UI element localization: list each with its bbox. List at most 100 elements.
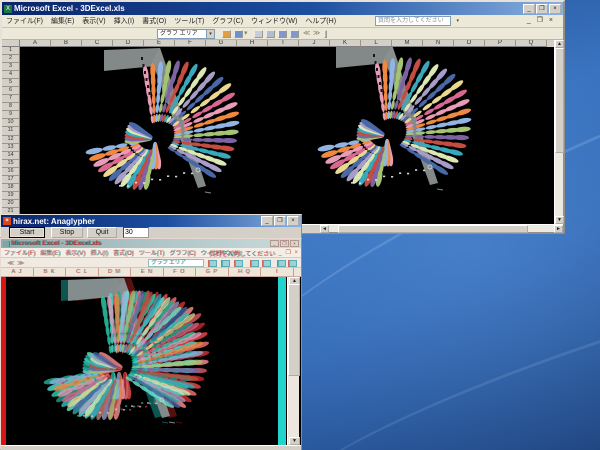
- row-header[interactable]: 10: [2, 119, 20, 127]
- menu-item[interactable]: 挿入(I): [110, 16, 139, 26]
- chevron-down-icon[interactable]: ▾: [206, 30, 214, 38]
- vertical-scroll-thumb[interactable]: [555, 48, 564, 153]
- menu-item[interactable]: ツール(T): [170, 16, 208, 26]
- title-bar[interactable]: X Microsoft Excel - 3DExcel.xls _ ❐ ×: [2, 2, 563, 15]
- column-header[interactable]: B: [51, 40, 82, 47]
- close-button[interactable]: ×: [287, 216, 299, 226]
- angle-down-right-icon[interactable]: ≫: [17, 259, 24, 267]
- chevron-down-icon[interactable]: ▾: [244, 30, 248, 38]
- column-header[interactable]: L: [361, 40, 392, 47]
- column-header[interactable]: P: [485, 40, 516, 47]
- chart-area[interactable]: [20, 47, 554, 224]
- chart-area-combo[interactable]: グラフ エリア ▾: [157, 29, 215, 39]
- column-header-pair[interactable]: F O: [164, 268, 197, 276]
- toolbar-grip[interactable]: [324, 30, 327, 38]
- menu-item[interactable]: グラフ(C): [208, 16, 247, 26]
- chevron-down-icon[interactable]: [209, 260, 217, 267]
- column-header[interactable]: Q: [516, 40, 547, 47]
- minimize-button[interactable]: _: [261, 216, 273, 226]
- maximize-button[interactable]: ❐: [274, 216, 286, 226]
- horizontal-scrollbar[interactable]: [1, 445, 301, 450]
- chart-area-combo[interactable]: グラフ エリア: [148, 259, 204, 267]
- minimize-button[interactable]: _: [523, 4, 535, 14]
- column-header[interactable]: G: [206, 40, 237, 47]
- help-question-text[interactable]: 質問を入力してください: [209, 249, 275, 258]
- vertical-scrollbar[interactable]: ▲ ▼: [554, 40, 563, 224]
- column-header-pair[interactable]: B K: [34, 268, 67, 276]
- column-header[interactable]: I: [268, 40, 299, 47]
- column-header-pair[interactable]: E N: [131, 268, 164, 276]
- row-header[interactable]: 14: [2, 152, 20, 160]
- angle-down-right-icon[interactable]: ≫: [313, 30, 320, 38]
- column-header[interactable]: O: [454, 40, 485, 47]
- title-bar[interactable]: Microsoft Excel - 3DExcel.xls _ ❐ ×: [1, 239, 301, 248]
- help-question-input[interactable]: 質問を入力してください: [375, 16, 451, 26]
- column-header[interactable]: M: [392, 40, 423, 47]
- column-header-pair[interactable]: I: [261, 268, 294, 276]
- maximize-button[interactable]: ❐: [536, 4, 548, 14]
- minimize-button[interactable]: _: [270, 240, 279, 247]
- row-header[interactable]: 16: [2, 168, 20, 176]
- column-header[interactable]: D: [113, 40, 144, 47]
- anaglyph-3d-chart[interactable]: [1, 277, 287, 445]
- horizontal-scroll-thumb[interactable]: [338, 225, 528, 233]
- format-selection-icon[interactable]: [222, 260, 230, 267]
- stop-button[interactable]: Stop: [51, 227, 83, 238]
- workbook-window-controls[interactable]: _ ❐ ×: [527, 16, 555, 24]
- scroll-left-icon[interactable]: ◄: [320, 225, 329, 233]
- chart-type-icon[interactable]: [235, 260, 243, 267]
- vertical-scrollbar[interactable]: ▲ ▼: [287, 277, 299, 445]
- row-header[interactable]: 18: [2, 184, 20, 192]
- column-header-pair[interactable]: C L: [66, 268, 99, 276]
- start-button[interactable]: Start: [9, 227, 45, 238]
- by-row-icon[interactable]: [278, 260, 286, 267]
- row-header[interactable]: 3: [2, 63, 20, 71]
- angle-up-left-icon[interactable]: ≪: [303, 30, 310, 38]
- angle-up-left-icon[interactable]: ≪: [7, 259, 14, 267]
- chart-area[interactable]: ▲ ▼: [1, 277, 301, 445]
- menu-item[interactable]: 表示(V): [63, 248, 88, 257]
- row-header[interactable]: 15: [2, 160, 20, 168]
- column-header-pair[interactable]: H Q: [229, 268, 262, 276]
- column-header[interactable]: C: [82, 40, 113, 47]
- stereo-pair-3d-charts[interactable]: [20, 47, 554, 224]
- row-header[interactable]: 6: [2, 87, 20, 95]
- close-button[interactable]: ×: [549, 4, 561, 14]
- row-header[interactable]: 19: [2, 192, 20, 200]
- column-header-pair[interactable]: D M: [99, 268, 132, 276]
- column-header-pair[interactable]: G P: [196, 268, 229, 276]
- column-header[interactable]: K: [330, 40, 361, 47]
- row-header[interactable]: 1: [2, 47, 20, 55]
- scroll-up-icon[interactable]: ▲: [555, 40, 564, 48]
- scroll-right-icon[interactable]: ►: [554, 225, 563, 233]
- data-table-icon[interactable]: [266, 30, 275, 38]
- title-bar[interactable]: ✶ hirax.net: Anaglypher _ ❐ ×: [1, 215, 301, 227]
- menu-item[interactable]: ウィンドウ(W): [247, 16, 301, 26]
- data-table-icon[interactable]: [263, 260, 271, 267]
- row-header[interactable]: 8: [2, 103, 20, 111]
- row-header[interactable]: 5: [2, 79, 20, 87]
- by-row-icon[interactable]: [278, 30, 287, 38]
- menu-item[interactable]: ヘルプ(H): [301, 16, 340, 26]
- select-all-corner[interactable]: [2, 40, 20, 47]
- row-header[interactable]: 7: [2, 95, 20, 103]
- menu-item[interactable]: 書式(O): [138, 16, 170, 26]
- vertical-scroll-thumb[interactable]: [288, 284, 300, 376]
- quit-button[interactable]: Quit: [87, 227, 117, 238]
- scroll-down-icon[interactable]: ▼: [555, 216, 564, 224]
- menu-item[interactable]: ファイル(F): [1, 248, 38, 257]
- menu-item[interactable]: ツール(T): [136, 248, 167, 257]
- menu-item[interactable]: 編集(E): [38, 248, 63, 257]
- menu-item[interactable]: 編集(E): [47, 16, 78, 26]
- column-header[interactable]: A: [20, 40, 51, 47]
- workbook-window-controls[interactable]: _ ❐ ×: [278, 249, 299, 256]
- scroll-down-icon[interactable]: ▼: [289, 437, 300, 445]
- column-header[interactable]: J: [299, 40, 330, 47]
- row-header[interactable]: 4: [2, 71, 20, 79]
- by-column-icon[interactable]: [289, 260, 297, 267]
- column-header-pair[interactable]: A J: [1, 268, 34, 276]
- row-header[interactable]: 17: [2, 176, 20, 184]
- menu-item[interactable]: 書式(O): [110, 248, 136, 257]
- menu-item[interactable]: ファイル(F): [2, 16, 47, 26]
- chevron-down-icon[interactable]: ▾: [456, 18, 459, 24]
